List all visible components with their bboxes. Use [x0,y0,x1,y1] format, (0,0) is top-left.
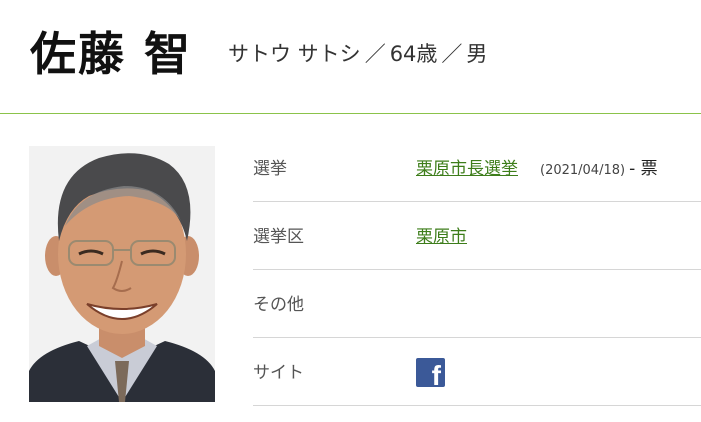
row-election: 選挙 栗原市長選挙 (2021/04/18) - 票 [253,134,701,202]
candidate-age: 64歳 [389,42,438,66]
facebook-icon[interactable]: f [416,358,445,391]
other-label: その他 [253,295,304,315]
candidate-portrait [29,146,215,402]
district-link[interactable]: 栗原市 [416,227,467,247]
candidate-details: サトウ サトシ／ 64歳／男 [228,38,487,68]
separator: ／ [441,42,463,66]
facebook-glyph: f [431,360,441,391]
election-link[interactable]: 栗原市長選挙 [416,159,518,179]
profile-info-table: 選挙 栗原市長選挙 (2021/04/18) - 票 選挙区 栗原市 その他 サイト… [253,134,701,406]
candidate-photo [29,146,215,402]
header-divider [0,113,701,114]
candidate-kana: サトウ サトシ [228,42,361,66]
row-other: その他 [253,270,701,338]
row-site: サイト f [253,338,701,406]
district-label: 選挙区 [253,227,304,247]
site-label: サイト [253,363,304,383]
profile-header: 佐藤 智 サトウ サトシ／ 64歳／男 [0,0,701,114]
election-date: (2021/04/18) [540,163,626,178]
election-value: 栗原市長選挙 (2021/04/18) - 票 [416,154,658,179]
election-votes: - 票 [629,159,658,179]
separator: ／ [364,42,386,66]
candidate-name: 佐藤 智 [30,27,193,81]
candidate-gender: 男 [466,42,488,66]
row-district: 選挙区 栗原市 [253,202,701,270]
election-label: 選挙 [253,159,287,179]
district-value: 栗原市 [416,222,467,247]
